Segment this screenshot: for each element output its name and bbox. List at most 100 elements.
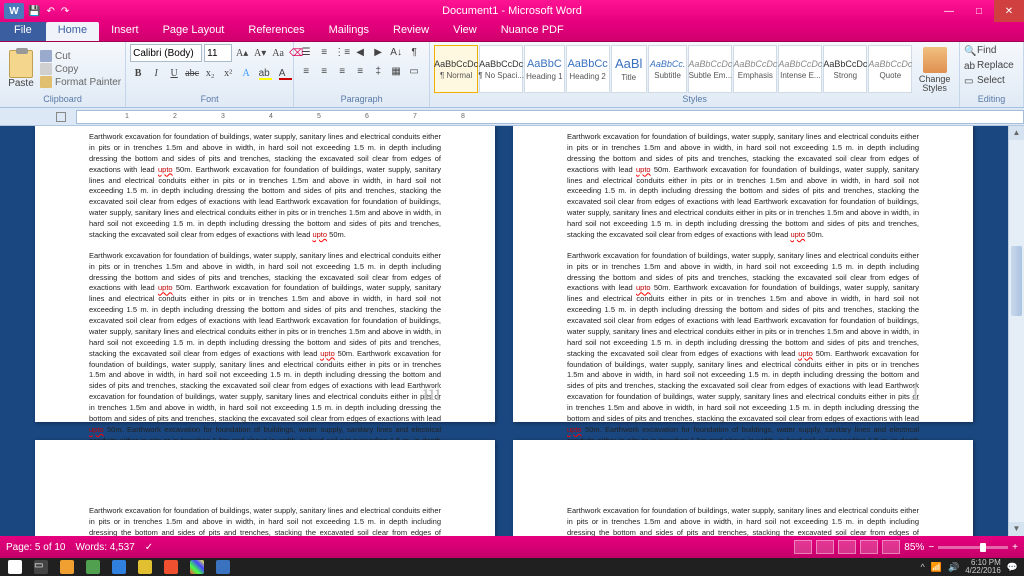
start-button[interactable]: ⊞ <box>2 559 28 575</box>
justify-button[interactable]: ≡ <box>352 63 368 79</box>
bold-button[interactable]: B <box>130 65 146 81</box>
change-styles-button[interactable]: Change Styles <box>914 45 955 93</box>
outline-view-button[interactable] <box>860 540 878 554</box>
scrollbar-thumb[interactable] <box>1011 246 1022 316</box>
tab-selector[interactable] <box>56 112 66 122</box>
word-count[interactable]: Words: 4,537 <box>76 542 135 553</box>
sort-button[interactable]: A↓ <box>388 44 404 60</box>
style-item-title[interactable]: AaBlTitle <box>611 45 647 93</box>
underline-button[interactable]: U <box>166 65 182 81</box>
tab-nuance-pdf[interactable]: Nuance PDF <box>489 22 576 41</box>
taskbar-app[interactable] <box>54 559 80 575</box>
taskbar-app[interactable] <box>132 559 158 575</box>
style-gallery[interactable]: AaBbCcDc¶ NormalAaBbCcDc¶ No Spaci...AaB… <box>434 45 912 93</box>
notifications-icon[interactable]: 💬 <box>1007 562 1018 573</box>
tray-chevron-icon[interactable]: ^ <box>921 562 925 572</box>
page-indicator[interactable]: Page: 5 of 10 <box>6 542 66 553</box>
subscript-button[interactable]: x₂ <box>202 65 218 81</box>
zoom-level[interactable]: 85% <box>904 542 924 553</box>
increase-indent-button[interactable]: ▶ <box>370 44 386 60</box>
print-layout-view-button[interactable] <box>794 540 812 554</box>
horizontal-ruler[interactable]: 12345678 <box>76 110 1024 124</box>
text-effects-button[interactable]: A <box>238 65 254 81</box>
style-item-subtle-em-[interactable]: AaBbCcDcSubtle Em... <box>688 45 732 93</box>
grow-font-button[interactable]: A▴ <box>234 45 250 61</box>
tab-page-layout[interactable]: Page Layout <box>151 22 237 41</box>
shrink-font-button[interactable]: A▾ <box>252 45 268 61</box>
zoom-out-button[interactable]: − <box>928 542 934 553</box>
style-item-heading-2[interactable]: AaBbCcHeading 2 <box>566 45 610 93</box>
style-item-subtitle[interactable]: AaBbCc.Subtitle <box>648 45 688 93</box>
redo-icon[interactable]: ↷ <box>61 6 69 17</box>
style-item-strong[interactable]: AaBbCcDcStrong <box>823 45 867 93</box>
font-color-button[interactable]: A <box>274 65 290 81</box>
style-item-quote[interactable]: AaBbCcDcQuote <box>868 45 912 93</box>
cut-button[interactable]: Cut <box>40 50 121 62</box>
style-item--no-spaci-[interactable]: AaBbCcDc¶ No Spaci... <box>479 45 523 93</box>
system-tray[interactable]: ^ 📶 🔊 6:10 PM4/22/2016 💬 <box>921 559 1022 575</box>
strikethrough-button[interactable]: abc <box>184 65 200 81</box>
fullscreen-view-button[interactable] <box>816 540 834 554</box>
show-marks-button[interactable]: ¶ <box>406 44 422 60</box>
italic-button[interactable]: I <box>148 65 164 81</box>
network-icon[interactable]: 📶 <box>931 562 942 573</box>
volume-icon[interactable]: 🔊 <box>948 562 959 573</box>
borders-button[interactable]: ▭ <box>406 63 422 79</box>
replace-icon: ab <box>964 61 974 71</box>
task-view-button[interactable]: ▭ <box>28 559 54 575</box>
scroll-down-arrow[interactable]: ▼ <box>1009 522 1024 536</box>
select-button[interactable]: ▭Select <box>964 74 1005 87</box>
tab-view[interactable]: View <box>441 22 489 41</box>
font-size-select[interactable] <box>204 44 232 62</box>
taskbar-app[interactable] <box>158 559 184 575</box>
format-painter-button[interactable]: Format Painter <box>40 76 121 88</box>
undo-icon[interactable]: ↶ <box>46 6 54 17</box>
align-left-button[interactable]: ≡ <box>298 63 314 79</box>
save-icon[interactable]: 💾 <box>28 6 40 17</box>
tab-references[interactable]: References <box>236 22 316 41</box>
align-right-button[interactable]: ≡ <box>334 63 350 79</box>
vertical-scrollbar[interactable]: ▲ ▼ <box>1008 126 1024 536</box>
align-center-button[interactable]: ≡ <box>316 63 332 79</box>
style-item-intense-e-[interactable]: AaBbCcDcIntense E... <box>778 45 822 93</box>
replace-button[interactable]: abReplace <box>964 59 1014 72</box>
page-right-bottom: Earthwork excavation for foundation of b… <box>513 440 973 536</box>
maximize-button[interactable]: □ <box>964 0 994 22</box>
document-area[interactable]: Earthwork excavation for foundation of b… <box>0 126 1008 536</box>
copy-button[interactable]: Copy <box>40 63 121 75</box>
scroll-up-arrow[interactable]: ▲ <box>1009 126 1024 140</box>
bullets-button[interactable]: ☰ <box>298 44 314 60</box>
style-item-heading-1[interactable]: AaBbCHeading 1 <box>524 45 564 93</box>
tab-insert[interactable]: Insert <box>99 22 151 41</box>
clock[interactable]: 6:10 PM4/22/2016 <box>965 559 1001 575</box>
zoom-slider[interactable] <box>938 546 1008 549</box>
proofing-icon[interactable]: ✓ <box>145 542 153 553</box>
taskbar-app[interactable] <box>106 559 132 575</box>
close-button[interactable]: ✕ <box>994 0 1024 22</box>
style-item--normal[interactable]: AaBbCcDc¶ Normal <box>434 45 478 93</box>
superscript-button[interactable]: x² <box>220 65 236 81</box>
page-number: iii <box>423 380 441 406</box>
numbering-button[interactable]: ≡ <box>316 44 332 60</box>
minimize-button[interactable]: — <box>934 0 964 22</box>
tab-home[interactable]: Home <box>46 22 99 41</box>
shading-button[interactable]: ▦ <box>388 63 404 79</box>
tab-mailings[interactable]: Mailings <box>317 22 381 41</box>
highlight-button[interactable]: ab <box>256 65 272 81</box>
taskbar-app[interactable] <box>80 559 106 575</box>
file-tab[interactable]: File <box>0 22 46 41</box>
find-button[interactable]: 🔍Find <box>964 44 996 57</box>
line-spacing-button[interactable]: ‡ <box>370 63 386 79</box>
font-name-select[interactable] <box>130 44 202 62</box>
paste-button[interactable]: Paste <box>4 50 38 89</box>
change-case-button[interactable]: Aa <box>270 45 286 61</box>
web-layout-view-button[interactable] <box>838 540 856 554</box>
style-item-emphasis[interactable]: AaBbCcDcEmphasis <box>733 45 777 93</box>
zoom-in-button[interactable]: + <box>1012 542 1018 553</box>
taskbar-app[interactable] <box>210 559 236 575</box>
decrease-indent-button[interactable]: ◀ <box>352 44 368 60</box>
taskbar-app[interactable] <box>184 559 210 575</box>
draft-view-button[interactable] <box>882 540 900 554</box>
tab-review[interactable]: Review <box>381 22 441 41</box>
multilevel-button[interactable]: ⋮≡ <box>334 44 350 60</box>
